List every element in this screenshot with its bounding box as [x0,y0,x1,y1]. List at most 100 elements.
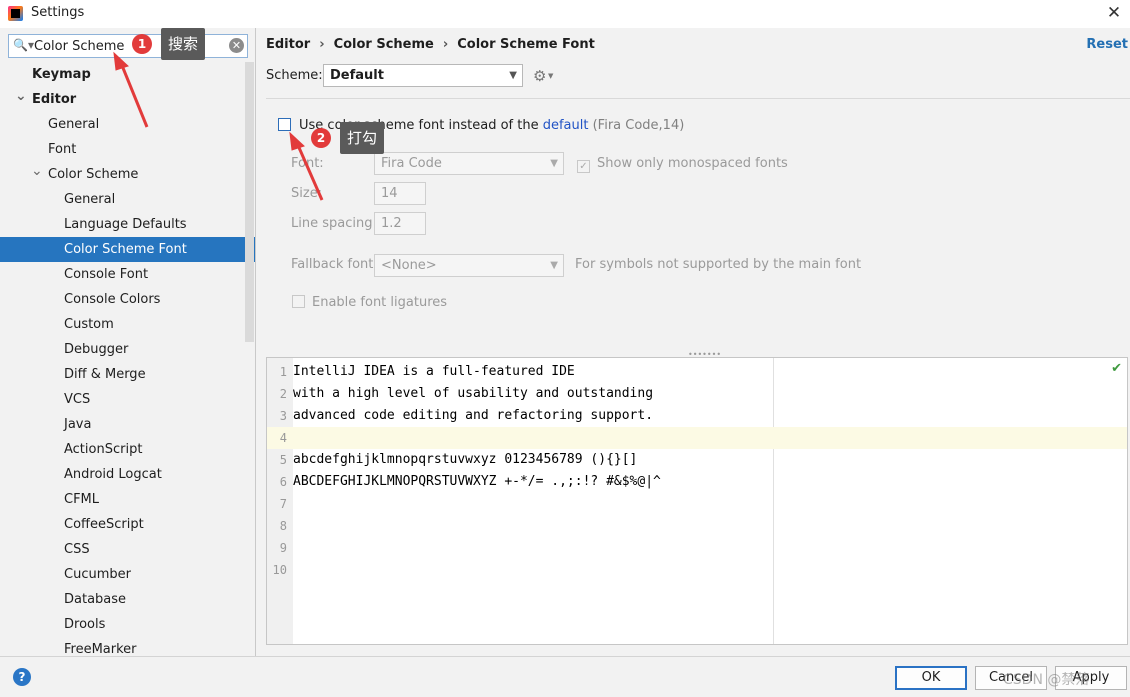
reset-link[interactable]: Reset [1086,37,1128,52]
search-icon[interactable]: 🔍▾ [13,38,34,52]
sidebar-item-label: Database [64,592,127,607]
sidebar-item[interactable]: VCS [0,387,255,412]
font-preview-editor[interactable]: ✔ 1 IntelliJ IDEA is a full-featured IDE 2… [266,357,1128,645]
caret-down-icon[interactable]: ▼ [548,72,553,80]
font-select[interactable]: Fira Code ▼ [374,152,564,175]
ligatures-label[interactable]: Enable font ligatures [312,295,447,310]
default-font-link[interactable]: default [543,118,589,133]
sidebar-item-label: Debugger [64,342,129,357]
fallback-font-value: <None> [381,258,437,273]
breadcrumb-separator: › [442,37,449,52]
breadcrumb-item: Editor [266,37,311,52]
monospaced-row: ✓ Show only monospaced fonts [577,156,788,173]
sidebar-item[interactable]: Drools [0,612,255,637]
line-spacing-value: 1.2 [381,216,402,231]
font-label: Font: [291,156,324,171]
code-text: ABCDEFGHIJKLMNOPQRSTUVWXYZ +-*/= .,;:!? … [293,474,661,489]
chevron-down-icon: ▼ [550,158,558,169]
sidebar-item[interactable]: Console Font [0,262,255,287]
chevron-down-icon[interactable]: ⌄ [15,84,27,109]
sidebar-item-label: General [48,117,100,132]
code-line[interactable]: 8 [267,515,1127,537]
sidebar-item-label: Editor [32,92,77,107]
sidebar-item[interactable]: Diff & Merge [0,362,255,387]
sidebar-item-label: VCS [64,392,91,407]
code-text: advanced code editing and refactoring su… [293,408,654,423]
fallback-font-select[interactable]: <None> ▼ [374,254,564,277]
ok-button[interactable]: OK [895,666,967,690]
sidebar-item[interactable]: Cucumber [0,562,255,587]
clear-search-icon[interactable]: ✕ [229,38,244,53]
sidebar-item-label: CSS [64,542,90,557]
breadcrumb: Editor › Color Scheme › Color Scheme Font [266,37,595,52]
sidebar-item[interactable]: Console Colors [0,287,255,312]
scheme-select[interactable]: Default ▼ [323,64,523,87]
sidebar-item-label: General [64,192,116,207]
sidebar-item-label: Diff & Merge [64,367,146,382]
code-line[interactable]: 2 with a high level of usability and outs… [267,383,1127,405]
sidebar-item-label: CoffeeScript [64,517,144,532]
use-scheme-font-checkbox[interactable] [278,118,291,131]
annotation-badge-2: 2 [311,128,331,148]
ligatures-checkbox[interactable] [292,295,305,308]
chevron-down-icon: ▼ [509,70,517,81]
code-line[interactable]: 7 [267,493,1127,515]
window-title: Settings [31,5,85,20]
fallback-font-label: Fallback font: [291,257,378,272]
monospaced-checkbox[interactable]: ✓ [577,160,590,173]
sidebar-scrollbar[interactable] [245,62,254,342]
sidebar-item[interactable]: Keymap [0,62,255,87]
sidebar-item[interactable]: General [0,187,255,212]
use-scheme-font-row: Use color scheme font instead of the def… [278,118,684,133]
line-number: 5 [279,453,287,467]
sidebar-item[interactable]: Database [0,587,255,612]
sidebar-item[interactable]: Color Scheme Font [0,237,255,262]
sidebar-item[interactable]: Debugger [0,337,255,362]
annotation-tooltip-1: 搜索 [161,28,206,60]
sidebar-item[interactable]: Language Defaults [0,212,255,237]
sidebar-item-label: Android Logcat [64,467,162,482]
sidebar-item[interactable]: Java [0,412,255,437]
help-icon[interactable]: ? [13,668,31,686]
sidebar-item[interactable]: Android Logcat [0,462,255,487]
code-line[interactable]: 10 [267,559,1127,581]
sidebar-item[interactable]: ActionScript [0,437,255,462]
sidebar-item[interactable]: General [0,112,255,137]
sidebar-item-label: Drools [64,617,106,632]
code-line[interactable]: 3 advanced code editing and refactoring s… [267,405,1127,427]
sidebar-item[interactable]: Custom [0,312,255,337]
line-number: 2 [279,387,287,401]
search-box[interactable]: 🔍▾ ✕ [8,34,248,58]
sidebar-item[interactable]: FreeMarker [0,637,255,656]
close-icon[interactable]: ✕ [1104,2,1124,24]
gear-icon[interactable]: ⚙ [533,67,546,85]
sidebar-item[interactable]: CoffeeScript [0,512,255,537]
sidebar-item[interactable]: ⌄ Color Scheme [0,162,255,187]
line-spacing-field[interactable]: 1.2 [374,212,426,235]
ligatures-row: Enable font ligatures [292,295,447,310]
code-line[interactable]: 9 [267,537,1127,559]
size-field[interactable]: 14 [374,182,426,205]
code-line[interactable]: 5 abcdefghijklmnopqrstuvwxyz 0123456789 (… [267,449,1127,471]
sidebar-item-label: Java [64,417,92,432]
dialog-button-bar: ? OK Cancel Apply CSDN @禁落 [0,656,1130,697]
code-line[interactable]: 6 ABCDEFGHIJKLMNOPQRSTUVWXYZ +-*/= .,;:!?… [267,471,1127,493]
use-scheme-font-label[interactable]: Use color scheme font instead of the [299,118,543,133]
settings-window: Settings ✕ 🔍▾ ✕ Keymap ⌄ Editor General Font… [0,0,1130,697]
sidebar-item[interactable]: CSS [0,537,255,562]
monospaced-label[interactable]: Show only monospaced fonts [597,156,788,171]
sidebar-item-label: ActionScript [64,442,143,457]
line-number: 6 [279,475,287,489]
line-number: 7 [279,497,287,511]
sidebar-item[interactable]: CFML [0,487,255,512]
sidebar-item-label: Color Scheme Font [64,242,187,257]
sidebar-item-label: Color Scheme [48,167,139,182]
sidebar-item-label: Console Colors [64,292,161,307]
code-line[interactable]: 1 IntelliJ IDEA is a full-featured IDE [267,361,1127,383]
watermark: CSDN @禁落 [1003,672,1090,688]
sidebar-item[interactable]: ⌄ Editor [0,87,255,112]
chevron-down-icon[interactable]: ⌄ [31,159,43,184]
divider [266,98,1130,99]
line-number: 4 [279,431,287,445]
code-line[interactable]: 4 [267,427,1127,449]
